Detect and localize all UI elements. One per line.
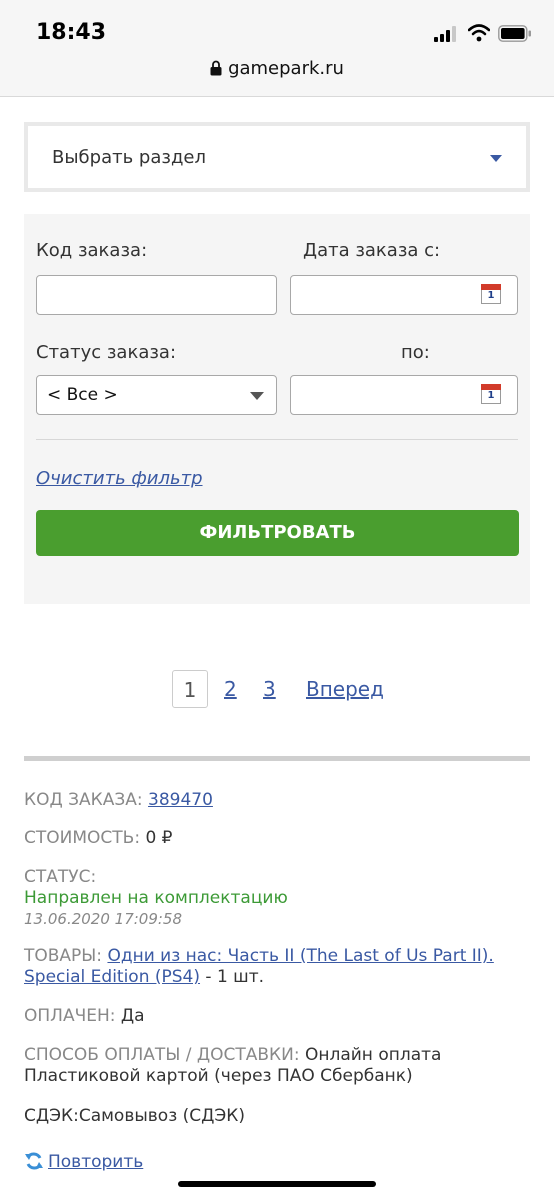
order-cost-row: СТОИМОСТЬ: 0 ₽: [24, 828, 530, 849]
filter-button[interactable]: ФИЛЬТРОВАТЬ: [36, 510, 519, 556]
date-to-label: по:: [401, 342, 430, 363]
page-2-link[interactable]: 2: [224, 670, 237, 708]
order-status-key: СТАТУС:: [24, 867, 97, 887]
order-payment-row: СПОСОБ ОПЛАТЫ / ДОСТАВКИ: Онлайн оплата …: [24, 1045, 530, 1087]
divider: [36, 439, 518, 440]
section-select[interactable]: Выбрать раздел: [24, 122, 530, 192]
section-select-label: Выбрать раздел: [52, 147, 206, 168]
cellular-signal-icon: [434, 26, 456, 42]
status-label: Статус заказа:: [36, 342, 177, 363]
page-1-current[interactable]: 1: [172, 670, 208, 708]
order-delivery-row: СДЭК:Самовывоз (СДЭК): [24, 1106, 530, 1127]
order-status-date: 13.06.2020 17:09:58: [24, 910, 183, 928]
order-payment-key: СПОСОБ ОПЛАТЫ / ДОСТАВКИ:: [24, 1045, 300, 1065]
order-status-value: Направлен на комплектацию: [24, 888, 288, 908]
order-paid-value: Да: [120, 1006, 145, 1026]
chevron-down-icon: [490, 155, 502, 162]
status-select[interactable]: < Все >: [36, 375, 277, 415]
chevron-down-icon: [250, 392, 264, 400]
order-code-row: КОД ЗАКАЗА: 389470: [24, 790, 530, 811]
order-goods-row: ТОВАРЫ: Одни из нас: Часть II (The Last …: [24, 946, 530, 988]
order-goods-key: ТОВАРЫ:: [24, 946, 103, 966]
repeat-order-row[interactable]: Повторить: [24, 1151, 530, 1173]
status-select-value: < Все >: [47, 385, 118, 405]
pagination: 1 2 3 Вперед: [0, 670, 554, 708]
status-time: 18:43: [36, 20, 107, 45]
address-bar[interactable]: gamepark.ru: [0, 58, 554, 79]
wifi-icon: [468, 24, 490, 42]
date-from-label: Дата заказа с:: [303, 240, 441, 261]
order-cost-value: 0 ₽: [145, 828, 173, 848]
calendar-icon[interactable]: 1: [481, 284, 501, 304]
lock-icon: [210, 60, 222, 76]
battery-icon: [498, 25, 531, 42]
section-divider: [24, 756, 530, 761]
page-3-link[interactable]: 3: [263, 670, 276, 708]
order-paid-row: ОПЛАЧЕН: Да: [24, 1006, 530, 1027]
browser-chrome: 18:43 gamepark.ru: [0, 0, 554, 97]
order-code-link[interactable]: 389470: [148, 790, 213, 810]
refresh-icon: [25, 1152, 43, 1170]
order-delivery-value: СДЭК:Самовывоз (СДЭК): [24, 1106, 245, 1126]
clear-filter-link[interactable]: Очистить фильтр: [36, 468, 203, 489]
order-goods-qty: - 1 шт.: [200, 967, 265, 987]
next-page-link[interactable]: Вперед: [306, 670, 384, 708]
order-code-key: КОД ЗАКАЗА:: [24, 790, 143, 810]
order-cost-key: СТОИМОСТЬ:: [24, 828, 141, 848]
order-filter-panel: Код заказа: Дата заказа с: 1 Статус зака…: [24, 214, 530, 604]
order-paid-key: ОПЛАЧЕН:: [24, 1006, 116, 1026]
order-code-label: Код заказа:: [36, 240, 148, 261]
home-indicator: [178, 1181, 376, 1187]
order-code-input[interactable]: [36, 275, 277, 315]
url-text: gamepark.ru: [228, 58, 344, 79]
order-status-block: СТАТУС: Направлен на комплектацию 13.06.…: [24, 867, 530, 930]
repeat-order-link[interactable]: Повторить: [48, 1152, 143, 1172]
calendar-icon[interactable]: 1: [481, 384, 501, 404]
